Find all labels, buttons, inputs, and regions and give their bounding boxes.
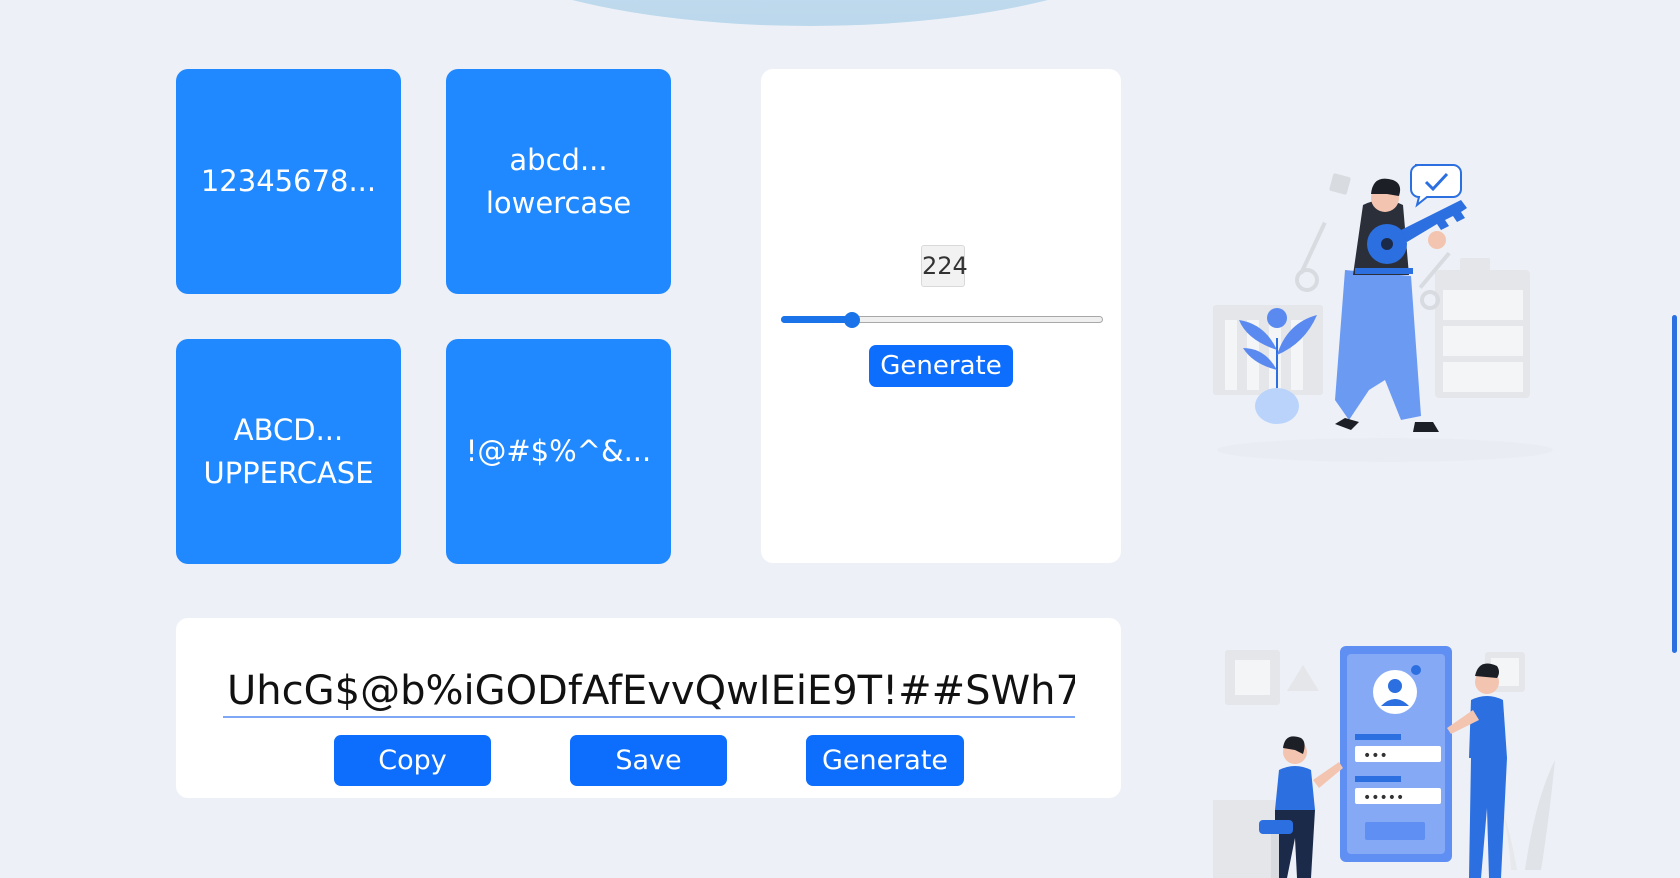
- symbols-option-tile[interactable]: !@#$%^&...: [446, 339, 671, 564]
- length-slider[interactable]: [781, 312, 1103, 328]
- length-generate-button[interactable]: Generate: [869, 345, 1013, 387]
- generate-button[interactable]: Generate: [806, 735, 964, 786]
- password-output-panel: UhcG$@b%iGODfAfEvvQwIEiE9T!##SWh74G Copy…: [176, 618, 1121, 798]
- svg-text:•••••: •••••: [1363, 790, 1404, 806]
- length-value-display: 224: [921, 245, 968, 287]
- lowercase-option-tile[interactable]: abcd... lowercase: [446, 69, 671, 294]
- page-scrollbar[interactable]: [1668, 0, 1680, 878]
- lowercase-option-label: abcd... lowercase: [485, 142, 632, 220]
- length-panel: 224 Generate: [761, 69, 1121, 563]
- length-slider-fill: [781, 316, 852, 323]
- password-output-field[interactable]: UhcG$@b%iGODfAfEvvQwIEiE9T!##SWh74G: [223, 664, 1075, 718]
- save-button[interactable]: Save: [570, 735, 727, 786]
- uppercase-option-tile[interactable]: ABCD... UPPERCASE: [176, 339, 401, 564]
- length-slider-thumb[interactable]: [844, 312, 860, 328]
- header-wave: [430, 0, 1190, 26]
- numbers-option-label: 12345678...: [200, 164, 377, 198]
- numbers-option-tile[interactable]: 12345678...: [176, 69, 401, 294]
- login-illustration: ••• •••••: [1213, 646, 1555, 878]
- uppercase-option-label-line1: ABCD...: [233, 412, 344, 447]
- key-illustration: [1213, 164, 1553, 462]
- uppercase-option-label-line2: UPPERCASE: [203, 455, 374, 490]
- uppercase-option-label: ABCD... UPPERCASE: [203, 409, 373, 495]
- copy-button[interactable]: Copy: [334, 735, 491, 786]
- svg-text:•••: •••: [1363, 748, 1388, 764]
- symbols-option-label: !@#$%^&...: [465, 434, 652, 468]
- page-scrollbar-thumb[interactable]: [1672, 315, 1677, 653]
- page: 12345678... abcd... lowercase ABCD... UP…: [0, 0, 1680, 878]
